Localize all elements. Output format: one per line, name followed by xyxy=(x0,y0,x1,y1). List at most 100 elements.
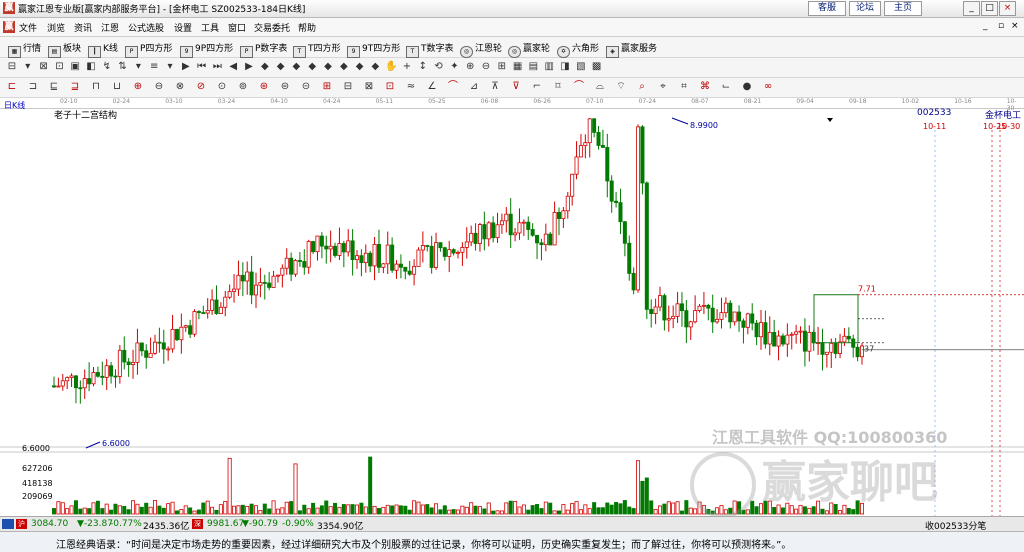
grid-status-icon[interactable] xyxy=(2,519,14,529)
draw-tool-icon[interactable]: ▤ xyxy=(527,61,539,73)
quotes-button[interactable]: ▦ 行情 xyxy=(8,41,41,58)
analysis-tool-icon[interactable]: ⊝ xyxy=(300,81,312,93)
analysis-tool-icon[interactable]: ⌕ xyxy=(636,81,648,93)
analysis-tool-icon[interactable]: ⌔ xyxy=(615,81,627,93)
analysis-tool-icon[interactable]: ⊔ xyxy=(111,81,123,93)
draw-tool-icon[interactable]: ↕ xyxy=(417,61,429,73)
analysis-tool-icon[interactable]: ⌓ xyxy=(594,81,606,93)
forum-link[interactable]: 论坛 xyxy=(849,1,881,16)
analysis-tool-icon[interactable]: ⌒ xyxy=(573,81,585,93)
analysis-tool-icon[interactable]: ⌒ xyxy=(447,81,459,93)
mdi-restore-icon[interactable]: ▫ xyxy=(998,21,1004,31)
sz-index-icon[interactable]: 深 xyxy=(192,519,203,529)
t-number-table-button[interactable]: T T数字表 xyxy=(406,41,454,58)
analysis-tool-icon[interactable]: ⌙ xyxy=(720,81,732,93)
draw-tool-icon[interactable]: ⊟ xyxy=(6,61,18,73)
analysis-tool-icon[interactable]: ∞ xyxy=(762,81,774,93)
analysis-tool-icon[interactable]: ⊡ xyxy=(384,81,396,93)
menu-info[interactable]: 资讯 xyxy=(74,21,92,34)
draw-tool-icon[interactable]: ⏭ xyxy=(211,61,223,73)
analysis-tool-icon[interactable]: ⊞ xyxy=(321,81,333,93)
analysis-tool-icon[interactable]: ⊓ xyxy=(90,81,102,93)
draw-tool-icon[interactable]: ◆ xyxy=(275,61,287,73)
draw-tool-icon[interactable]: ▥ xyxy=(543,61,555,73)
menu-formula[interactable]: 公式选股 xyxy=(128,21,164,34)
draw-tool-icon[interactable]: ▦ xyxy=(512,61,524,73)
draw-tool-icon[interactable]: ◆ xyxy=(259,61,271,73)
menu-tools[interactable]: 工具 xyxy=(201,21,219,34)
analysis-tool-icon[interactable]: ⊖ xyxy=(153,81,165,93)
draw-tool-icon[interactable]: ◆ xyxy=(290,61,302,73)
menu-file[interactable]: 文件 xyxy=(19,21,37,34)
menu-help[interactable]: 帮助 xyxy=(298,21,316,34)
analysis-tool-icon[interactable]: ⊗ xyxy=(174,81,186,93)
9p-square-button[interactable]: 9 9P四方形 xyxy=(180,41,233,58)
analysis-tool-icon[interactable]: ⌐ xyxy=(531,81,543,93)
winner-wheel-button[interactable]: ◎ 赢家轮 xyxy=(508,41,550,58)
draw-tool-icon[interactable]: ◧ xyxy=(85,61,97,73)
analysis-tool-icon[interactable]: ⊙ xyxy=(216,81,228,93)
analysis-tool-icon[interactable]: ⊜ xyxy=(279,81,291,93)
draw-tool-icon[interactable]: ▾ xyxy=(132,61,144,73)
analysis-tool-icon[interactable]: ⊒ xyxy=(69,81,81,93)
draw-tool-icon[interactable]: + xyxy=(401,61,413,73)
draw-tool-icon[interactable]: ▩ xyxy=(591,61,603,73)
menu-trade[interactable]: 交易委托 xyxy=(254,21,290,34)
analysis-tool-icon[interactable]: ● xyxy=(741,81,753,93)
analysis-tool-icon[interactable]: ⊕ xyxy=(132,81,144,93)
maximize-icon[interactable]: □ xyxy=(981,1,998,16)
draw-tool-icon[interactable]: ⊠ xyxy=(38,61,50,73)
draw-tool-icon[interactable]: ▧ xyxy=(575,61,587,73)
sh-index-icon[interactable]: 沪 xyxy=(16,519,27,529)
analysis-tool-icon[interactable]: ∠ xyxy=(426,81,438,93)
p-square-button[interactable]: P P四方形 xyxy=(125,41,172,58)
draw-tool-icon[interactable]: ◆ xyxy=(322,61,334,73)
menu-browse[interactable]: 浏览 xyxy=(47,21,65,34)
menu-window[interactable]: 窗口 xyxy=(228,21,246,34)
draw-tool-icon[interactable]: ◆ xyxy=(306,61,318,73)
app-menu-icon[interactable]: 赢 xyxy=(3,21,15,33)
9t-square-button[interactable]: 9 9T四方形 xyxy=(347,41,400,58)
close-icon[interactable]: × xyxy=(999,1,1016,16)
draw-tool-icon[interactable]: ⊞ xyxy=(496,61,508,73)
analysis-tool-icon[interactable]: ⊑ xyxy=(48,81,60,93)
draw-tool-icon[interactable]: ✦ xyxy=(448,61,460,73)
gann-wheel-button[interactable]: ◎ 江恩轮 xyxy=(460,41,502,58)
draw-tool-icon[interactable]: ◀ xyxy=(227,61,239,73)
draw-tool-icon[interactable]: ⊡ xyxy=(53,61,65,73)
draw-tool-icon[interactable]: ▶ xyxy=(180,61,192,73)
mdi-close-icon[interactable]: × xyxy=(1011,21,1019,31)
draw-tool-icon[interactable]: ◨ xyxy=(559,61,571,73)
analysis-tool-icon[interactable]: ⊐ xyxy=(27,81,39,93)
hexagon-button[interactable]: ✡ 六角形 xyxy=(557,41,599,58)
analysis-tool-icon[interactable]: ≈ xyxy=(405,81,417,93)
homepage-link[interactable]: 主页 xyxy=(884,1,922,16)
analysis-tool-icon[interactable]: ⌑ xyxy=(552,81,564,93)
draw-tool-icon[interactable]: ✋ xyxy=(385,61,397,73)
draw-tool-icon[interactable]: ⟲ xyxy=(433,61,445,73)
analysis-tool-icon[interactable]: ⌗ xyxy=(678,81,690,93)
t-square-button[interactable]: T T四方形 xyxy=(293,41,341,58)
menu-gann[interactable]: 江恩 xyxy=(101,21,119,34)
draw-tool-icon[interactable]: ⊖ xyxy=(480,61,492,73)
draw-tool-icon[interactable]: ◆ xyxy=(369,61,381,73)
draw-tool-icon[interactable]: ▾ xyxy=(164,61,176,73)
analysis-tool-icon[interactable]: ⊟ xyxy=(342,81,354,93)
p-number-table-button[interactable]: P P数字表 xyxy=(240,41,287,58)
mdi-minimize-icon[interactable]: _ xyxy=(983,21,988,31)
sector-button[interactable]: ▤ 板块 xyxy=(48,41,81,58)
analysis-tool-icon[interactable]: ⊛ xyxy=(258,81,270,93)
draw-tool-icon[interactable]: ▣ xyxy=(69,61,81,73)
customer-service-link[interactable]: 客服 xyxy=(808,1,846,16)
draw-tool-icon[interactable]: ↯ xyxy=(101,61,113,73)
draw-tool-icon[interactable]: ⏮ xyxy=(196,61,208,73)
draw-tool-icon[interactable]: ≡ xyxy=(148,61,160,73)
analysis-tool-icon[interactable]: ⊽ xyxy=(510,81,522,93)
menu-settings[interactable]: 设置 xyxy=(174,21,192,34)
analysis-tool-icon[interactable]: ⊠ xyxy=(363,81,375,93)
analysis-tool-icon[interactable]: ⊏ xyxy=(6,81,18,93)
analysis-tool-icon[interactable]: ⊚ xyxy=(237,81,249,93)
draw-tool-icon[interactable]: ⊕ xyxy=(464,61,476,73)
draw-tool-icon[interactable]: ◆ xyxy=(338,61,350,73)
draw-tool-icon[interactable]: ⇅ xyxy=(117,61,129,73)
